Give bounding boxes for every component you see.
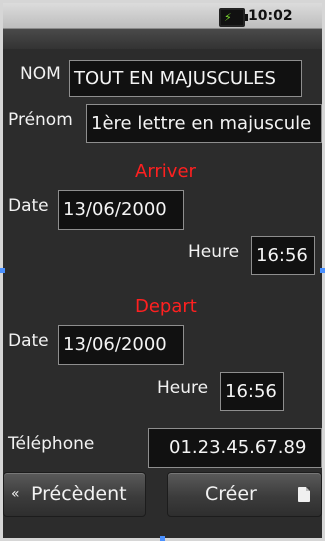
battery-charging-icon: ⚡ [219, 8, 248, 27]
title-bar [3, 29, 322, 49]
nom-input[interactable]: TOUT EN MAJUSCULES [69, 60, 302, 97]
telephone-label: Téléphone [8, 434, 95, 454]
arrive-time-label: Heure [188, 242, 240, 262]
depart-date-label: Date [8, 331, 49, 351]
arrive-date-input[interactable]: 13/06/2000 [58, 190, 184, 230]
resize-handle-bottom[interactable] [160, 536, 165, 541]
resize-handle-left[interactable] [0, 268, 5, 273]
previous-button-label: Précèdent [31, 483, 127, 505]
chevron-left-icon: « [11, 486, 20, 502]
arrive-section-title: Arriver [135, 161, 196, 182]
prenom-input[interactable]: 1ère lettre en majuscule [86, 104, 322, 143]
telephone-input[interactable]: 01.23.45.67.89 [148, 428, 322, 468]
arrive-date-label: Date [8, 196, 49, 216]
depart-time-input[interactable]: 16:56 [220, 372, 284, 411]
create-button[interactable]: Créer [167, 472, 322, 517]
create-button-label: Créer [205, 483, 257, 505]
depart-date-input[interactable]: 13/06/2000 [58, 325, 184, 365]
status-bar: ⚡ 10:02 AM [3, 3, 322, 44]
document-icon [298, 487, 310, 502]
arrive-time-input[interactable]: 16:56 [251, 236, 315, 275]
app-screen: ⚡ 10:02 AM NOM TOUT EN MAJUSCULES Prénom… [0, 0, 325, 541]
resize-handle-right[interactable] [320, 268, 325, 273]
previous-button[interactable]: « Précèdent [3, 472, 146, 517]
depart-time-label: Heure [157, 378, 209, 398]
nom-label: NOM [20, 64, 61, 84]
prenom-label: Prénom [8, 110, 73, 130]
depart-section-title: Depart [135, 296, 197, 317]
